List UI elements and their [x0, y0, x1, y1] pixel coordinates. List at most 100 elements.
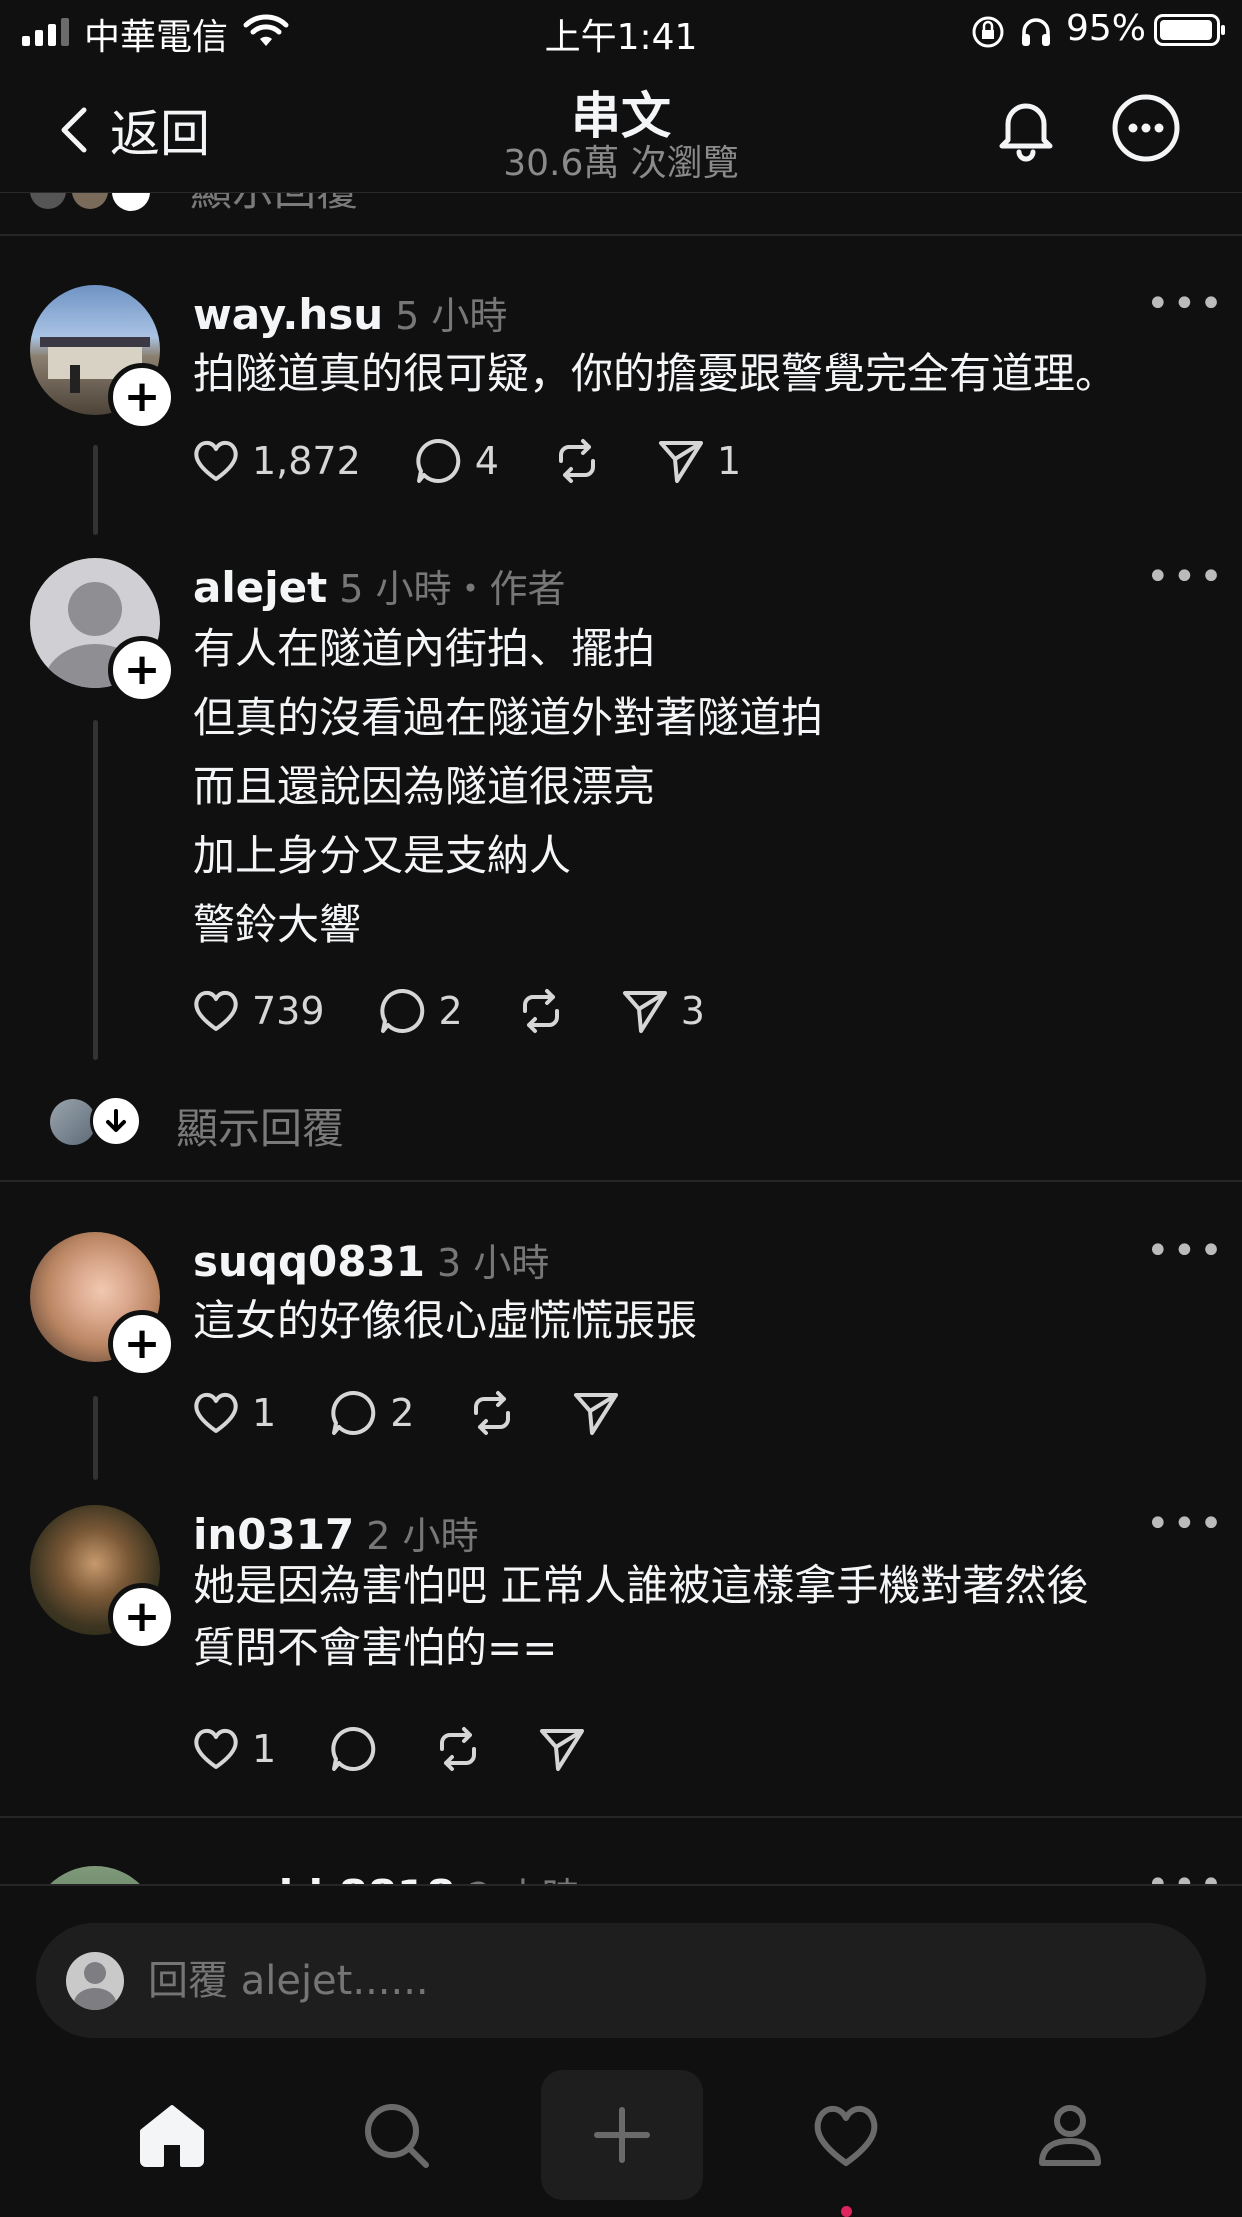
search-icon — [365, 2104, 429, 2168]
post-meta: 2 小時 — [366, 1514, 479, 1558]
post-text: 這女的好像很心虛慌慌張張 — [193, 1296, 698, 1345]
repost-icon — [522, 989, 559, 1033]
status-bar: 中華電信 上午1:41 95% — [0, 0, 1242, 64]
home-icon — [140, 2105, 204, 2167]
username[interactable]: suqq0831 3 小時 — [193, 1232, 549, 1287]
share-button[interactable] — [570, 1387, 622, 1439]
divider — [0, 1816, 1242, 1818]
avatar[interactable] — [30, 1866, 160, 1885]
share-count: 3 — [680, 989, 705, 1033]
share-button[interactable]: 3 — [619, 985, 705, 1037]
send-icon — [574, 1393, 619, 1435]
share-count: 1 — [716, 439, 742, 483]
arrow-down-icon — [90, 1095, 142, 1147]
repost-button[interactable] — [466, 1387, 518, 1439]
tab-bar — [0, 2060, 1242, 2217]
reply-button[interactable]: 4 — [413, 435, 499, 487]
thread-line — [93, 445, 98, 535]
post-more-icon[interactable]: ••• — [1146, 1862, 1226, 1885]
comment-icon — [331, 1390, 376, 1435]
comment-icon — [379, 988, 424, 1033]
follow-plus-icon[interactable]: + — [108, 363, 176, 431]
like-count: 1 — [252, 1727, 277, 1771]
thread-line — [93, 720, 98, 1060]
repost-icon — [558, 439, 595, 483]
heart-icon — [194, 1392, 238, 1433]
follow-plus-icon[interactable]: + — [108, 636, 176, 704]
reply-button[interactable]: 2 — [377, 985, 463, 1037]
post-actions: 1,872 4 1 — [190, 435, 741, 487]
reply-input[interactable] — [146, 1956, 1050, 2005]
repost-icon — [440, 1727, 477, 1771]
reply-count: 4 — [474, 439, 499, 483]
avatar — [66, 1951, 124, 2010]
heart-icon — [194, 440, 238, 481]
like-button[interactable]: 1 — [190, 1723, 276, 1775]
heart-icon — [814, 2105, 878, 2166]
post-more-icon[interactable]: ••• — [1146, 281, 1226, 327]
headphones-icon — [1022, 18, 1050, 46]
post-actions: 739 2 3 — [190, 985, 705, 1037]
divider — [0, 1884, 1242, 1886]
divider — [0, 234, 1242, 236]
plus-icon — [594, 2107, 650, 2163]
username[interactable]: alejet 5 小時・作者 — [193, 558, 565, 613]
like-count: 739 — [252, 989, 325, 1033]
heart-icon — [194, 1728, 238, 1769]
comment-icon — [416, 438, 461, 483]
like-button[interactable]: 1 — [190, 1387, 276, 1439]
post-more-icon[interactable]: ••• — [1146, 1501, 1226, 1547]
post-yenhh8818: yenhh88182 小時 ••• — [0, 1860, 1242, 1885]
post-meta: 5 小時・作者 — [339, 567, 566, 611]
tab-profile[interactable] — [1010, 2080, 1130, 2190]
tab-search[interactable] — [336, 2080, 456, 2190]
share-button[interactable]: 1 — [655, 435, 741, 487]
follow-plus-icon[interactable]: + — [108, 1583, 176, 1651]
thread-line — [93, 1396, 98, 1480]
username[interactable]: in0317 2 小時 — [193, 1505, 478, 1560]
like-button[interactable]: 1,872 — [190, 435, 361, 487]
orientation-lock-icon — [972, 16, 1004, 48]
thread-header: 返回 串文 30.6萬 次瀏覽 — [0, 64, 1242, 193]
show-replies-link[interactable]: 顯示回覆 — [190, 193, 358, 218]
post-more-icon[interactable]: ••• — [1146, 554, 1226, 600]
profile-icon — [1039, 2105, 1101, 2166]
bell-icon[interactable] — [990, 92, 1062, 164]
show-replies-row[interactable]: 顯示回覆 — [50, 1095, 650, 1153]
tab-activity[interactable] — [786, 2080, 906, 2217]
battery-icon — [1154, 14, 1225, 46]
username[interactable]: yenhh88182 小時 — [193, 1866, 580, 1885]
repost-icon — [474, 1391, 511, 1435]
repost-button[interactable] — [515, 985, 567, 1037]
reply-button[interactable]: 2 — [328, 1387, 414, 1439]
tab-home[interactable] — [112, 2080, 232, 2190]
clock: 上午1:41 — [544, 17, 698, 58]
post-meta: 5 小時 — [395, 294, 508, 338]
reply-button[interactable] — [328, 1723, 380, 1775]
repost-button[interactable] — [551, 435, 603, 487]
follow-plus-icon[interactable]: + — [108, 1310, 176, 1378]
show-replies-label: 顯示回覆 — [176, 1104, 345, 1153]
username[interactable]: way.hsu 5 小時 — [193, 285, 507, 340]
reply-count: 2 — [438, 989, 463, 1033]
comment-icon — [331, 1726, 376, 1771]
post-actions: 1 — [190, 1723, 588, 1775]
tab-new-post[interactable] — [541, 2070, 703, 2200]
reply-count: 2 — [390, 1391, 415, 1435]
post-text: 有人在隧道內街拍、擺拍 但真的沒看過在隧道外對著隧道拍 而且還說因為隧道很漂亮 … — [193, 624, 824, 949]
reply-composer[interactable] — [36, 1923, 1206, 2038]
divider — [0, 1180, 1242, 1182]
heart-icon — [194, 990, 238, 1031]
post-meta: 3 小時 — [436, 1241, 550, 1285]
post-text: 她是因為害怕吧 正常人誰被這樣拿手機對著然後 質問不會害怕的== — [193, 1561, 1089, 1672]
repost-button[interactable] — [432, 1723, 484, 1775]
more-options-icon[interactable] — [1110, 92, 1182, 164]
share-button[interactable] — [536, 1723, 588, 1775]
post-more-icon[interactable]: ••• — [1146, 1228, 1226, 1274]
hidden-previous-row: 顯示回覆 — [0, 193, 1242, 235]
like-count: 1,872 — [252, 439, 361, 483]
like-count: 1 — [252, 1391, 277, 1435]
post-actions: 1 2 — [190, 1387, 622, 1439]
send-icon — [540, 1729, 585, 1771]
like-button[interactable]: 739 — [190, 985, 325, 1037]
